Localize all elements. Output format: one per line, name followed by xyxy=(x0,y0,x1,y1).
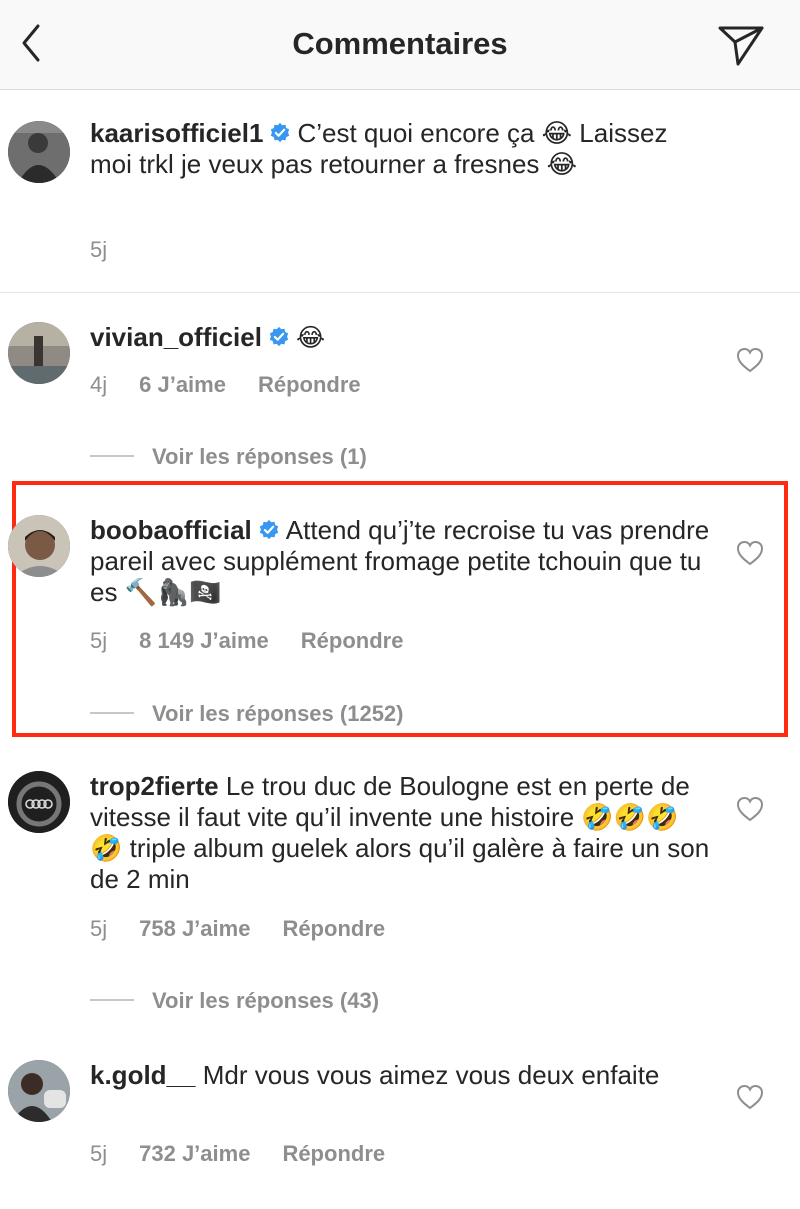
reply-button[interactable]: Répondre xyxy=(301,628,404,653)
divider xyxy=(0,292,800,293)
replies-line xyxy=(90,712,134,714)
comment-text: 😂 xyxy=(295,323,326,352)
verified-badge-icon xyxy=(269,326,289,347)
avatar[interactable] xyxy=(8,515,70,577)
comment-username[interactable]: vivian_officiel xyxy=(90,322,262,352)
comment-time: 5j xyxy=(90,628,108,653)
comment-username[interactable]: kaarisofficiel1 xyxy=(90,118,263,148)
comment-time: 5j xyxy=(90,237,108,262)
verified-badge-icon xyxy=(259,519,278,540)
view-replies-label: Voir les réponses (1) xyxy=(152,444,367,469)
reply-button[interactable]: Répondre xyxy=(282,1141,385,1166)
comment-time: 4j xyxy=(90,372,108,397)
verified-badge-icon xyxy=(271,122,290,143)
heart-icon[interactable] xyxy=(736,347,764,373)
reply-button[interactable]: Répondre xyxy=(282,916,385,941)
comment-time: 5j xyxy=(90,916,108,941)
replies-line xyxy=(90,455,134,457)
view-replies-link[interactable]: Voir les réponses (1) xyxy=(90,444,367,470)
share-button[interactable] xyxy=(714,20,768,70)
comment-meta: 5j xyxy=(90,237,139,263)
heart-icon[interactable] xyxy=(736,540,764,566)
likes-count[interactable]: 6 J’aime xyxy=(139,372,226,397)
comment-username[interactable]: boobaofficial xyxy=(90,515,252,545)
avatar[interactable] xyxy=(8,322,70,384)
header-bar: Commentaires xyxy=(0,0,800,90)
view-replies-link[interactable]: Voir les réponses (43) xyxy=(90,988,379,1014)
avatar[interactable] xyxy=(8,121,70,183)
view-replies-label: Voir les réponses (43) xyxy=(152,988,380,1013)
comment-username[interactable]: k.gold__ xyxy=(90,1060,195,1090)
comment-username[interactable]: trop2fierte xyxy=(90,771,219,801)
comment-time: 5j xyxy=(90,1141,108,1166)
paper-plane-icon xyxy=(718,26,764,66)
comment-meta: 5j 8 149 J’aime Répondre xyxy=(90,628,435,654)
heart-icon[interactable] xyxy=(736,796,764,822)
likes-count[interactable]: 8 149 J’aime xyxy=(139,628,269,653)
avatar[interactable] xyxy=(8,1060,70,1122)
reply-button[interactable]: Répondre xyxy=(258,372,361,397)
heart-icon[interactable] xyxy=(736,1084,764,1110)
view-replies-label: Voir les réponses (1252) xyxy=(152,701,404,726)
comment-meta: 4j 6 J’aime Répondre xyxy=(90,372,393,398)
avatar[interactable] xyxy=(8,771,70,833)
comment-meta: 5j 758 J’aime Répondre xyxy=(90,916,417,942)
likes-count[interactable]: 758 J’aime xyxy=(139,916,250,941)
likes-count[interactable]: 732 J’aime xyxy=(139,1141,250,1166)
comment-meta: 5j 732 J’aime Répondre xyxy=(90,1141,417,1167)
replies-line xyxy=(90,999,134,1001)
page-title: Commentaires xyxy=(292,26,508,61)
comment-text: Mdr vous vous aimez vous deux enfaite xyxy=(202,1060,660,1090)
view-replies-link[interactable]: Voir les réponses (1252) xyxy=(90,701,404,727)
